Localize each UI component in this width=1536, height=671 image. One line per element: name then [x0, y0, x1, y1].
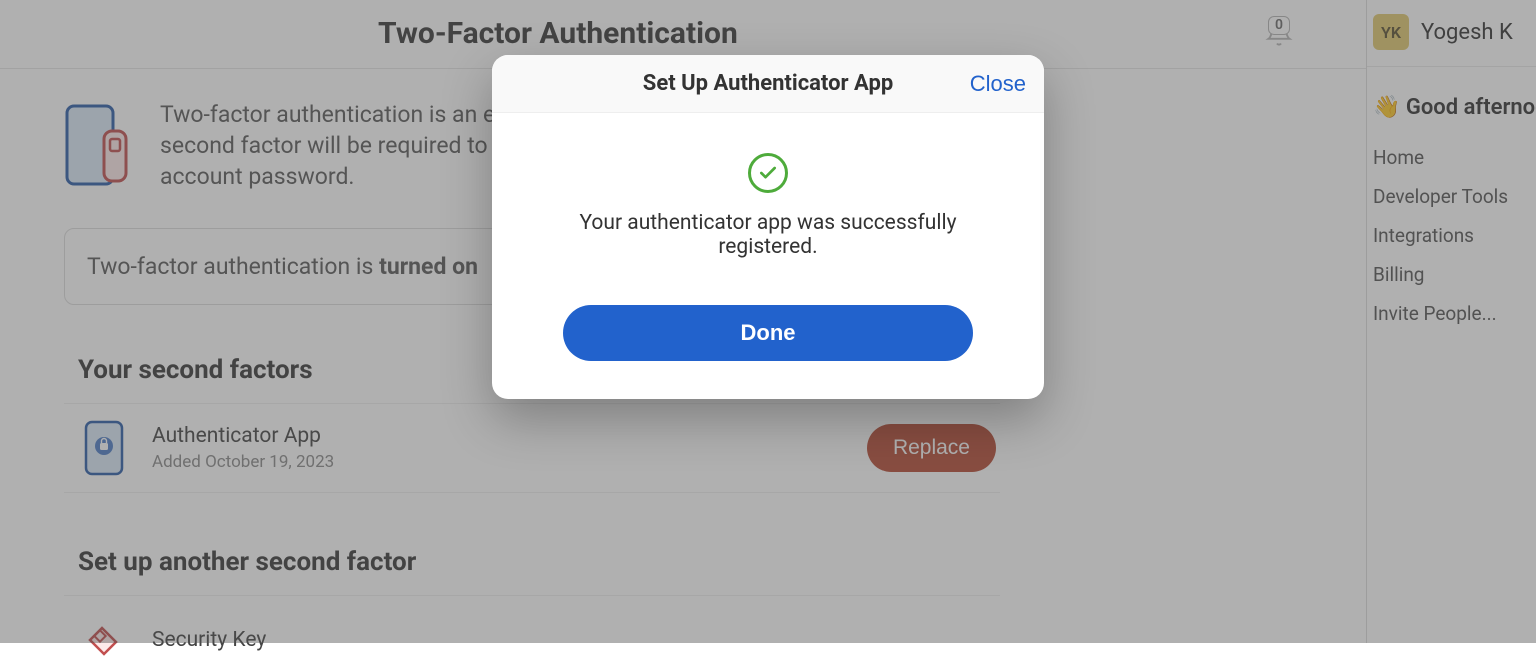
setup-authenticator-modal: Set Up Authenticator App Close Your auth… [492, 55, 1044, 399]
modal-overlay[interactable]: Set Up Authenticator App Close Your auth… [0, 0, 1536, 643]
modal-title: Set Up Authenticator App [643, 71, 893, 96]
close-button[interactable]: Close [970, 71, 1026, 97]
done-button[interactable]: Done [563, 305, 973, 361]
success-check-icon [748, 153, 788, 193]
modal-message: Your authenticator app was successfully … [528, 211, 1008, 259]
